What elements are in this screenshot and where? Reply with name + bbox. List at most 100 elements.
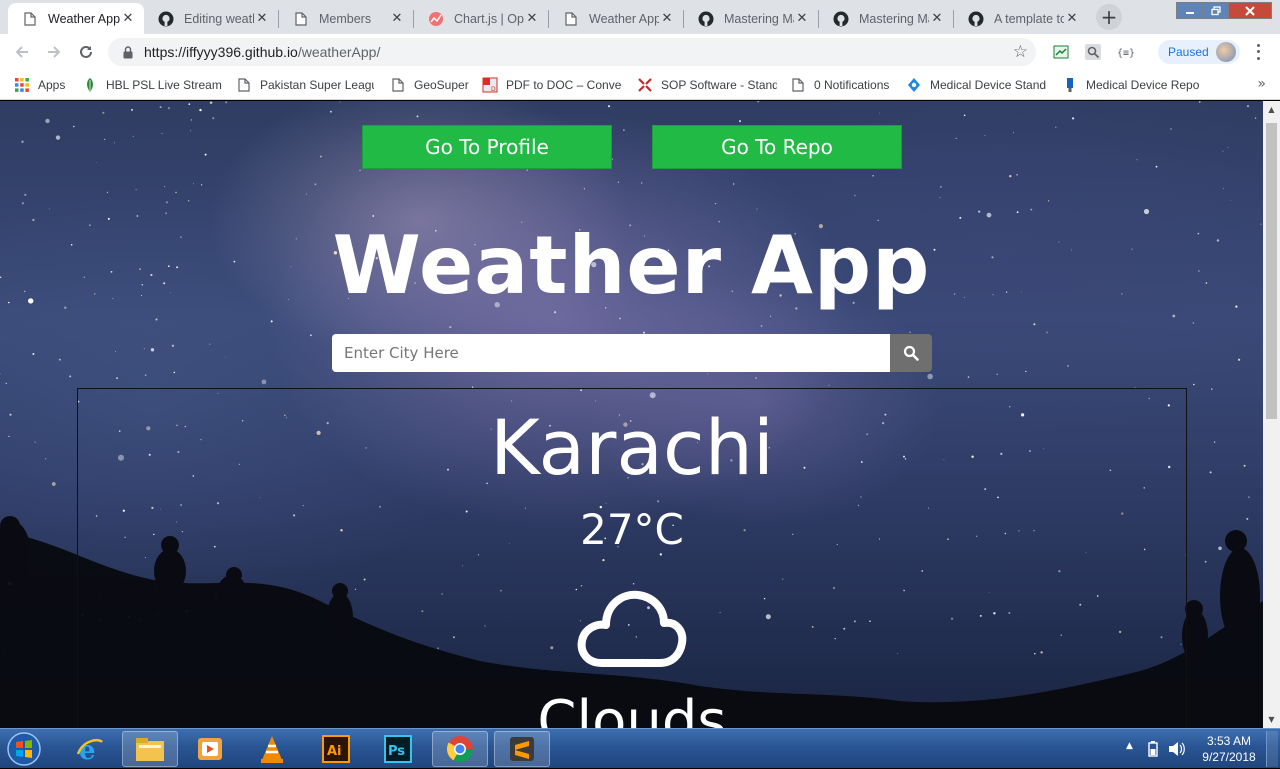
- cloud-icon: [576, 587, 688, 671]
- tab-title: Editing weath: [184, 11, 254, 26]
- url-path: /weatherApp/: [297, 44, 381, 60]
- hbl-leaf-icon: [82, 77, 98, 93]
- bookmark-pdf-to-doc[interactable]: D PDF to DOC – Conver: [482, 75, 622, 95]
- tab-title: Mastering Ma: [859, 11, 929, 26]
- tab-close-icon[interactable]: ✕: [794, 11, 810, 27]
- chrome-icon: [446, 736, 474, 763]
- clock-time: 3:53 AM: [1206, 734, 1252, 748]
- arrow-right-icon: [48, 46, 61, 58]
- arrow-left-icon: [15, 46, 28, 58]
- weather-result-card: Karachi 27°C Clouds: [77, 388, 1187, 728]
- windows-taskbar: e Ai Ps ▲ 3:53 AM 9/27/2018: [0, 728, 1280, 768]
- github-icon: [698, 11, 714, 27]
- scrollbar-thumb[interactable]: [1266, 123, 1277, 419]
- volume-icon[interactable]: [1168, 741, 1186, 757]
- bookmark-geosuper[interactable]: GeoSuper: [390, 75, 470, 95]
- maximize-button[interactable]: [1203, 2, 1228, 19]
- ie-icon: e: [76, 736, 103, 764]
- taskbar-clock[interactable]: 3:53 AM 9/27/2018: [1196, 733, 1262, 765]
- bookmark-sop-software[interactable]: SOP Software - Stand: [637, 75, 777, 95]
- close-window-button[interactable]: [1228, 2, 1272, 19]
- taskbar-file-explorer-button[interactable]: [122, 731, 178, 767]
- page-icon: [390, 77, 406, 93]
- bookmarks-overflow-button[interactable]: »: [1257, 76, 1266, 92]
- weather-condition-text: Clouds: [537, 689, 727, 728]
- minimize-button[interactable]: [1176, 2, 1203, 19]
- tab-weather-app[interactable]: Weather App ✕: [549, 3, 683, 34]
- bookmark-label: HBL PSL Live Streamin: [106, 78, 222, 92]
- battery-icon[interactable]: [1148, 741, 1158, 757]
- tab-close-icon[interactable]: ✕: [1064, 11, 1080, 27]
- show-desktop-button[interactable]: [1266, 731, 1278, 767]
- taskbar-photoshop-button[interactable]: Ps: [370, 731, 426, 767]
- browser-menu-button[interactable]: [1250, 42, 1266, 62]
- tab-close-icon[interactable]: ✕: [524, 11, 540, 27]
- avatar: [1216, 42, 1236, 62]
- tab-chartjs[interactable]: Chart.js | Ope ✕: [414, 3, 548, 34]
- bookmark-medical-device-standards[interactable]: Medical Device Stand: [906, 75, 1048, 95]
- illustrator-icon: Ai: [322, 735, 350, 763]
- taskbar-ie-button[interactable]: e: [62, 731, 118, 767]
- svg-text:Ai: Ai: [327, 744, 342, 759]
- tab-title: Chart.js | Ope: [454, 11, 524, 26]
- chartjs-icon: [428, 11, 444, 27]
- clock-date: 9/27/2018: [1202, 750, 1256, 764]
- search-extension-icon[interactable]: [1084, 43, 1102, 61]
- bookmarks-bar: Apps HBL PSL Live Streamin Pakistan Supe…: [0, 70, 1280, 100]
- tab-weather-app-active[interactable]: Weather App ✕: [8, 3, 144, 34]
- github-icon: [968, 11, 984, 27]
- search-icon: [903, 345, 919, 361]
- address-bar[interactable]: https://iffyyy396.github.io/weatherApp/ …: [108, 38, 1036, 66]
- go-to-repo-button[interactable]: Go To Repo: [652, 125, 902, 169]
- reload-icon: [80, 45, 92, 58]
- page-viewport: Go To Profile Go To Repo Weather App Kar…: [0, 101, 1263, 728]
- new-tab-button[interactable]: +: [1096, 4, 1122, 30]
- taskbar-illustrator-button[interactable]: Ai: [308, 731, 364, 767]
- vlc-icon: [261, 736, 283, 763]
- tab-close-icon[interactable]: ✕: [389, 11, 405, 27]
- tab-close-icon[interactable]: ✕: [254, 11, 270, 27]
- bookmark-psl[interactable]: Pakistan Super League: [236, 75, 374, 95]
- page-icon: [790, 77, 806, 93]
- sheets-extension-icon[interactable]: [1052, 43, 1070, 61]
- bookmark-notifications[interactable]: 0 Notifications: [790, 75, 900, 95]
- taskbar-media-player-button[interactable]: [182, 731, 238, 767]
- tab-template[interactable]: A template to ✕: [954, 3, 1088, 34]
- bookmark-apps[interactable]: Apps: [14, 75, 74, 95]
- go-to-profile-button[interactable]: Go To Profile: [362, 125, 612, 169]
- svg-text:{≡}: {≡}: [1117, 48, 1134, 59]
- tab-mastering-2[interactable]: Mastering Ma ✕: [819, 3, 953, 34]
- tab-members[interactable]: Members ✕: [279, 3, 413, 34]
- bookmark-star-icon[interactable]: ☆: [1013, 42, 1028, 62]
- back-button[interactable]: [10, 40, 34, 64]
- taskbar-chrome-button[interactable]: [432, 731, 488, 767]
- scroll-down-arrow-icon[interactable]: ▼: [1263, 711, 1280, 728]
- browser-tab-strip: Weather App ✕ Editing weath ✕ Members ✕ …: [0, 0, 1280, 34]
- bookmark-medical-device-reports[interactable]: Medical Device Repo: [1062, 75, 1202, 95]
- start-button[interactable]: [4, 730, 44, 768]
- pdf-icon: D: [482, 77, 498, 93]
- tab-editing-weather[interactable]: Editing weath ✕: [144, 3, 278, 34]
- taskbar-vlc-button[interactable]: [244, 731, 300, 767]
- city-search-input[interactable]: [332, 334, 890, 372]
- github-icon: [158, 11, 174, 27]
- forward-button[interactable]: [42, 40, 66, 64]
- tab-mastering-1[interactable]: Mastering Ma ✕: [684, 3, 818, 34]
- url-host: https://iffyyy396.github.io: [144, 44, 298, 60]
- code-extension-icon[interactable]: {≡}: [1116, 43, 1134, 61]
- show-hidden-icons-icon[interactable]: ▲: [1126, 741, 1133, 751]
- scroll-up-arrow-icon[interactable]: ▲: [1263, 101, 1280, 118]
- search-button[interactable]: [890, 334, 932, 372]
- bookmark-hbl-psl[interactable]: HBL PSL Live Streamin: [82, 75, 222, 95]
- city-search-form: [332, 334, 932, 372]
- medical-device-icon: [906, 77, 922, 93]
- page-scrollbar[interactable]: ▲ ▼: [1263, 101, 1280, 728]
- profile-status-label: Paused: [1168, 45, 1209, 59]
- tab-close-icon[interactable]: ✕: [120, 11, 136, 27]
- tab-close-icon[interactable]: ✕: [659, 11, 675, 27]
- browser-toolbar: https://iffyyy396.github.io/weatherApp/ …: [0, 34, 1280, 70]
- tab-close-icon[interactable]: ✕: [929, 11, 945, 27]
- reload-button[interactable]: [74, 40, 98, 64]
- profile-paused-button[interactable]: Paused: [1158, 40, 1240, 64]
- taskbar-sublime-button[interactable]: [494, 731, 550, 767]
